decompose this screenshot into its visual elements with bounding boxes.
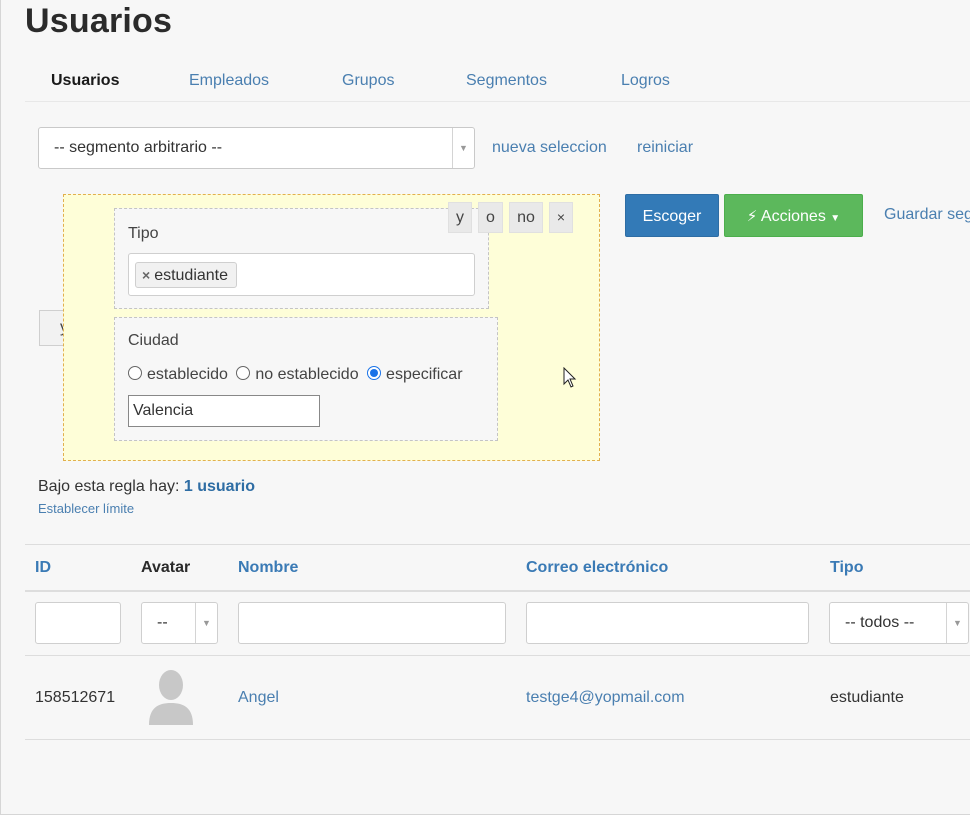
tab-grupos[interactable]: Grupos — [342, 72, 394, 90]
email-filter-input[interactable] — [526, 602, 809, 644]
condition-tipo-label: Tipo — [128, 225, 159, 242]
tag-label: estudiante — [154, 267, 229, 284]
tab-segmentos[interactable]: Segmentos — [466, 72, 547, 90]
type-filter-value: -- todos -- — [845, 614, 915, 631]
avatar-placeholder-icon — [149, 670, 193, 725]
avatar-filter-value: -- — [157, 614, 168, 631]
actions-button[interactable]: ⚡ Acciones ▼ — [724, 194, 863, 237]
segment-select-value: -- segmento arbitrario -- — [54, 139, 223, 156]
actions-button-label: Acciones — [760, 208, 826, 225]
column-header-type[interactable]: Tipo — [830, 559, 863, 577]
save-segment-link[interactable]: Guardar seg — [884, 206, 970, 224]
segment-select[interactable]: -- segmento arbitrario -- ▼ — [38, 127, 475, 169]
reset-link[interactable]: reiniciar — [637, 139, 693, 157]
bolt-icon: ⚡ — [746, 208, 758, 225]
and-button[interactable]: y — [448, 202, 472, 233]
tab-empleados[interactable]: Empleados — [189, 72, 269, 90]
ciudad-value-input[interactable]: Valencia — [128, 395, 320, 427]
column-header-id[interactable]: ID — [35, 559, 51, 577]
table-bottom-border — [25, 739, 970, 740]
table-header-border — [25, 590, 970, 592]
user-count-link[interactable]: 1 usuario — [184, 478, 255, 495]
cell-id: 158512671 — [35, 689, 116, 706]
cell-type: estudiante — [830, 689, 904, 706]
column-header-email[interactable]: Correo electrónico — [526, 559, 668, 577]
cell-name-link[interactable]: Angel — [238, 689, 279, 707]
caret-down-icon: ▼ — [830, 213, 841, 224]
new-selection-link[interactable]: nueva seleccion — [492, 139, 607, 157]
chevron-down-icon: ▼ — [452, 128, 474, 168]
name-filter-input[interactable] — [238, 602, 506, 644]
condition-ciudad-label: Ciudad — [128, 332, 179, 349]
type-filter-select[interactable]: -- todos -- ▼ — [829, 602, 969, 644]
id-filter-input[interactable] — [35, 602, 121, 644]
mouse-cursor-icon — [563, 367, 577, 388]
chevron-down-icon: ▼ — [195, 603, 217, 643]
not-button[interactable]: no — [509, 202, 543, 233]
or-button[interactable]: o — [478, 202, 503, 233]
tab-logros[interactable]: Logros — [621, 72, 670, 90]
set-limit-link[interactable]: Establecer límite — [38, 501, 134, 516]
cell-email-link[interactable]: testge4@yopmail.com — [526, 689, 685, 707]
radio-especificar[interactable] — [367, 366, 382, 380]
radio-especificar-label: especificar — [386, 366, 463, 383]
tab-bar: Usuarios Empleados Grupos Segmentos Logr… — [25, 60, 970, 102]
choose-button[interactable]: Escoger — [625, 194, 719, 237]
tag-estudiante: × estudiante — [135, 262, 238, 288]
avatar-filter-select[interactable]: -- ▼ — [141, 602, 218, 644]
radio-no-establecido[interactable] — [236, 366, 251, 380]
page-title: Usuarios — [25, 2, 173, 40]
rule-summary-prefix: Bajo esta regla hay: — [38, 478, 180, 495]
radio-establecido[interactable] — [128, 366, 142, 380]
table-row-divider — [25, 655, 970, 656]
column-header-avatar: Avatar — [141, 559, 191, 576]
table-top-border — [25, 544, 970, 545]
rule-summary: Bajo esta regla hay: 1 usuario — [38, 478, 255, 496]
ciudad-radio-group: establecido no establecido especificar — [128, 366, 467, 384]
radio-establecido-label: establecido — [147, 366, 228, 383]
close-icon[interactable]: × — [142, 267, 150, 283]
remove-rule-button[interactable]: × — [549, 202, 573, 233]
radio-no-establecido-label: no establecido — [255, 366, 359, 383]
chevron-down-icon: ▼ — [946, 603, 968, 643]
tipo-tag-input[interactable]: × estudiante — [128, 253, 475, 296]
column-header-name[interactable]: Nombre — [238, 559, 298, 577]
tab-usuarios[interactable]: Usuarios — [51, 72, 119, 90]
